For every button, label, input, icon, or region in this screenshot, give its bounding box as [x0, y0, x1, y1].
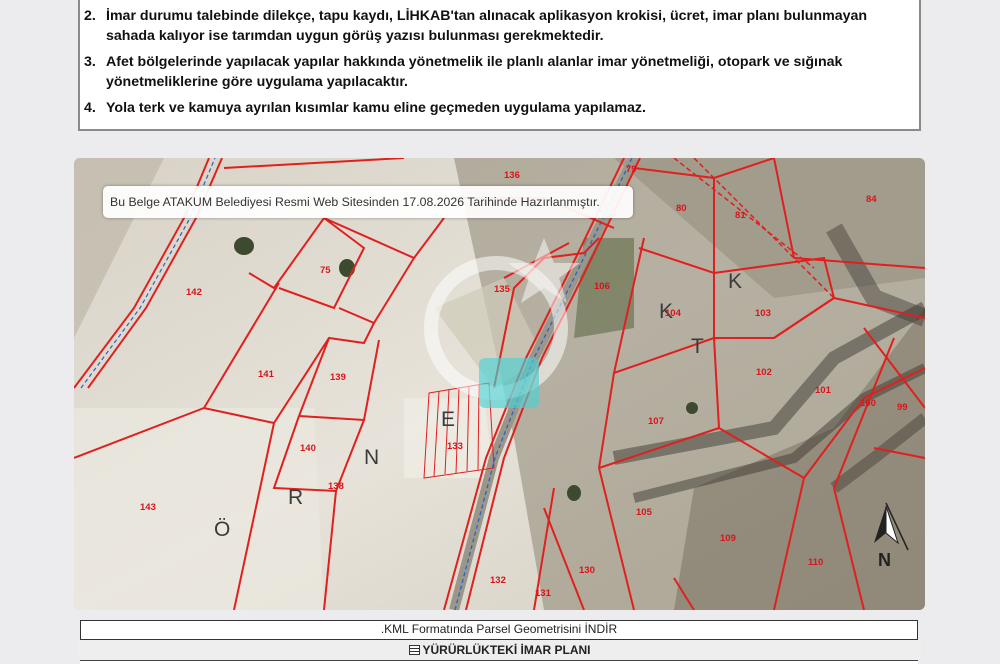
parcel-label: 84 [866, 194, 877, 205]
parcel-label: 136 [504, 170, 520, 181]
note-item: 4. Yola terk ve kamuya ayrılan kısımlar … [84, 98, 907, 118]
place-letter: Ö [214, 518, 230, 541]
parcel-label: 106 [594, 281, 610, 292]
parcel-label: 100 [860, 398, 876, 409]
current-plan-header: YÜRÜRLÜKTEKİ İMAR PLANI [78, 640, 921, 660]
official-stamp-note: Bu Belge ATAKUM Belediyesi Resmi Web Sit… [103, 186, 633, 218]
parcel-label: 131 [535, 588, 552, 599]
note-number: 2. [84, 8, 96, 24]
parcel-label: 101 [815, 385, 832, 396]
place-letter: T [691, 335, 704, 358]
plan-header-label: YÜRÜRLÜKTEKİ İMAR PLANI [422, 643, 591, 657]
document-icon [408, 645, 420, 655]
parcel-label: 143 [140, 502, 156, 513]
parcel-label: 75 [320, 265, 331, 276]
map-canvas: N Ö R N E K T K 136 79 80 81 84 75 142 1… [74, 158, 925, 610]
note-text: Afet bölgelerinde yapılacak yapılar hakk… [106, 54, 843, 90]
page: 2. İmar durumu talebinde dilekçe, tapu k… [0, 0, 1000, 664]
parcel-label: 130 [579, 565, 595, 576]
place-letter: R [288, 486, 303, 509]
parcel-label: 139 [330, 372, 346, 383]
parcel-label: 102 [756, 367, 772, 378]
parcel-label: 99 [897, 402, 908, 413]
parcel-label: 133 [447, 441, 463, 452]
parcel-label: 81 [735, 210, 746, 221]
parcel-label: 141 [258, 369, 275, 380]
note-text: Yola terk ve kamuya ayrılan kısımlar kam… [106, 100, 646, 116]
parcel-label: 104 [665, 308, 682, 319]
parcel-label: 110 [808, 557, 823, 568]
parcel-label: 142 [186, 287, 202, 298]
note-text: İmar durumu talebinde dilekçe, tapu kayd… [106, 8, 868, 44]
parcel-map[interactable]: N Ö R N E K T K 136 79 80 81 84 75 142 1… [74, 158, 925, 610]
parcel-label: 135 [494, 284, 511, 295]
kml-download-link[interactable]: .KML Formatında Parsel Geometrisini İNDİ… [80, 620, 918, 640]
parcel-label: 105 [636, 507, 653, 518]
parcel-label: 109 [720, 533, 736, 544]
note-item: 2. İmar durumu talebinde dilekçe, tapu k… [84, 6, 907, 46]
notes-box: 2. İmar durumu talebinde dilekçe, tapu k… [78, 0, 921, 131]
parcel-label: 140 [300, 443, 316, 454]
plan-table-top [80, 660, 918, 664]
place-letter: N [364, 446, 379, 469]
parcel-label: 103 [755, 308, 771, 319]
note-item: 3. Afet bölgelerinde yapılacak yapılar h… [84, 52, 907, 92]
parcel-label: 132 [490, 575, 506, 586]
parcel-label: 79 [626, 164, 637, 175]
note-number: 4. [84, 100, 96, 116]
note-number: 3. [84, 54, 96, 70]
parcel-label: 138 [328, 481, 344, 492]
place-letter: E [441, 408, 455, 431]
parcel-label: 107 [648, 416, 664, 427]
place-letter: K [728, 270, 742, 293]
compass-label: N [878, 550, 891, 570]
parcel-label: 80 [676, 203, 687, 214]
